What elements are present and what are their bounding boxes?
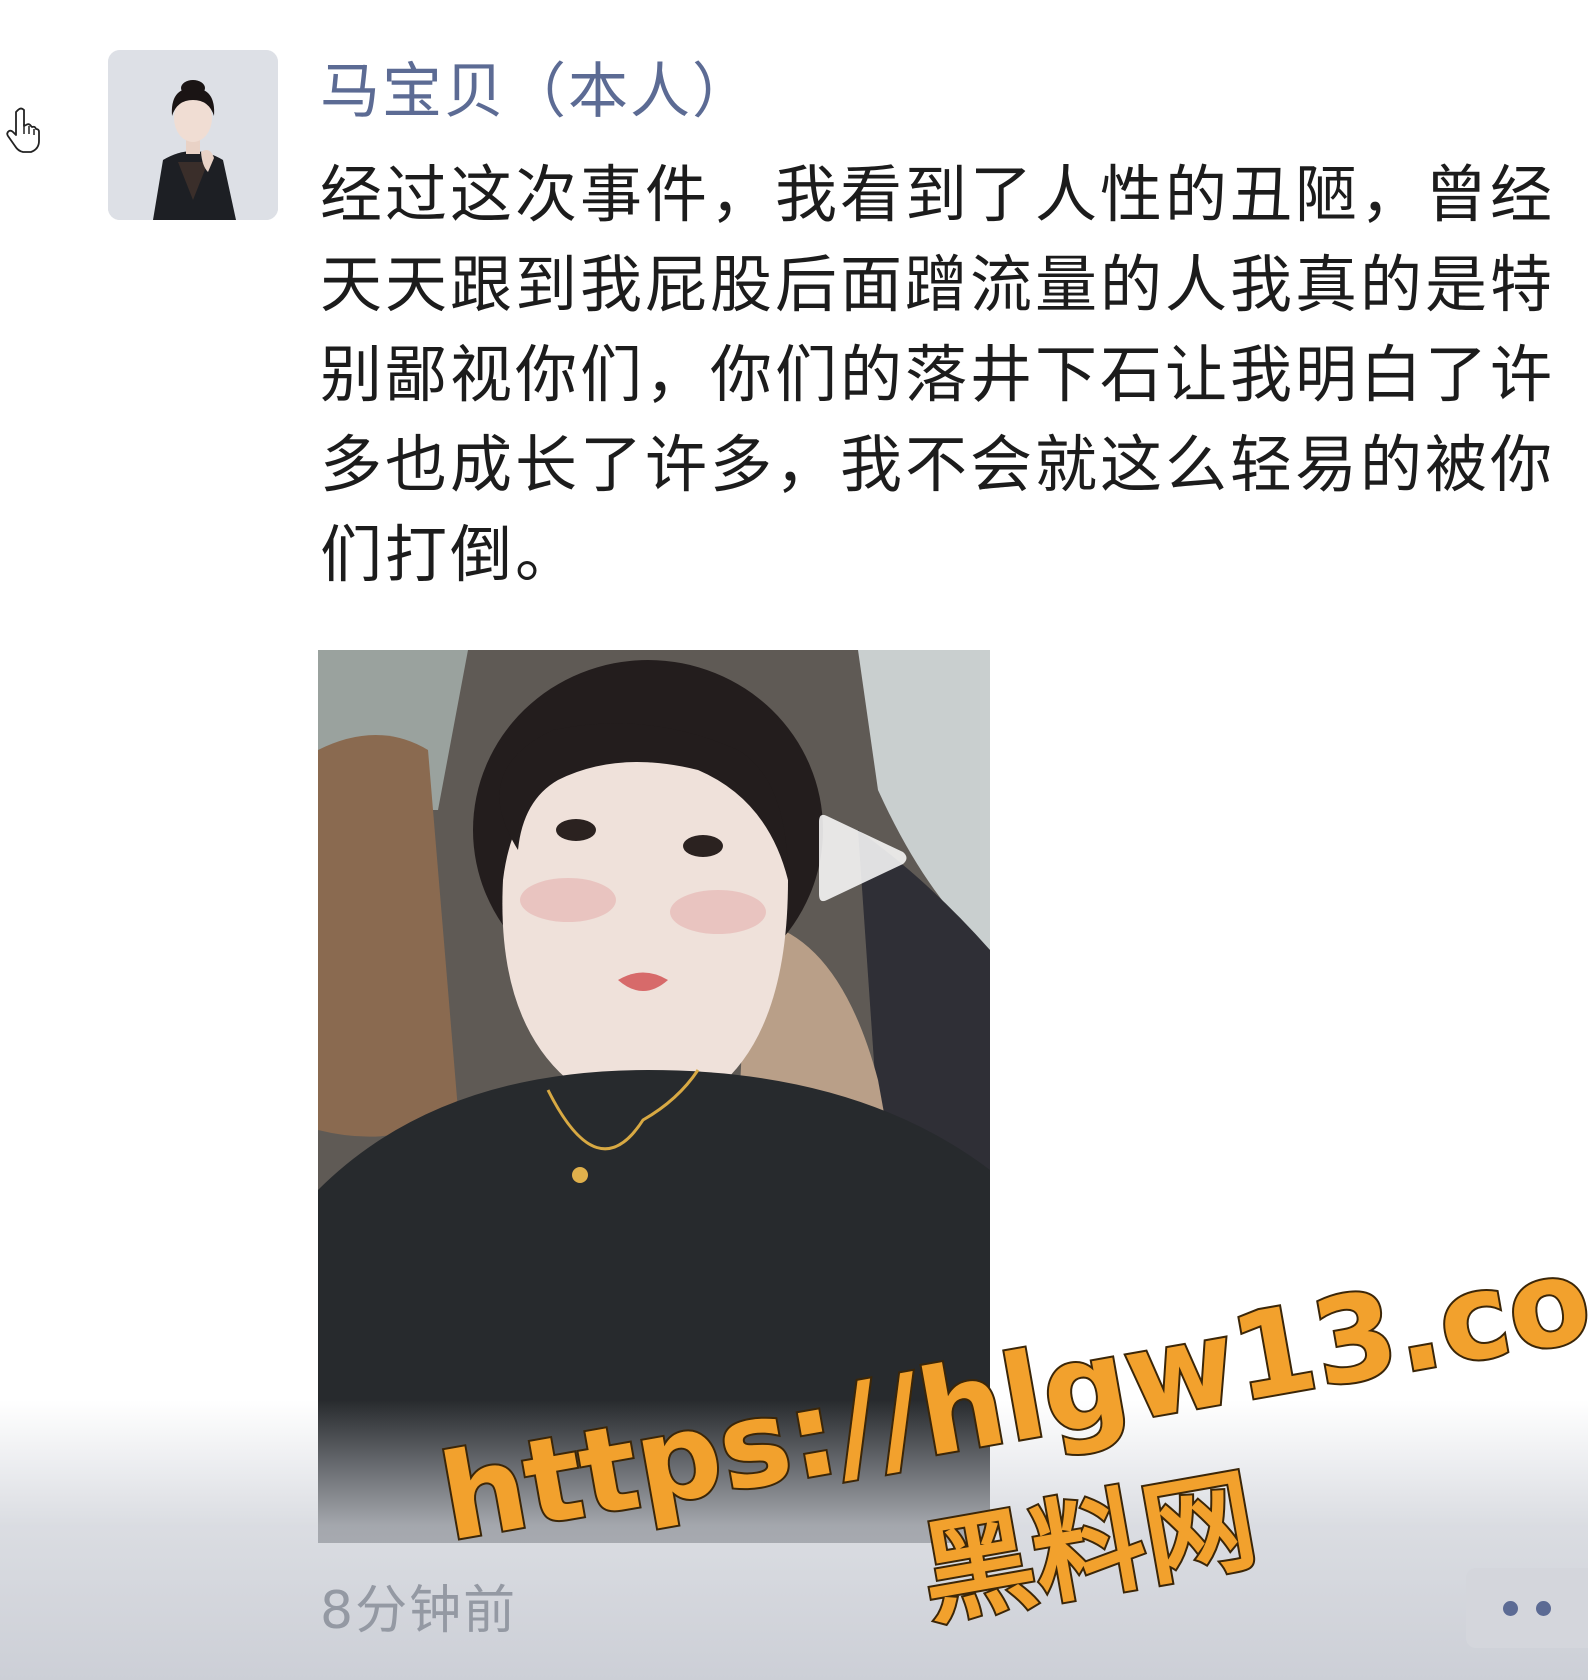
more-dots-icon-dot	[1536, 1600, 1551, 1616]
avatar-portrait-image	[108, 50, 278, 220]
author-name[interactable]: 马宝贝（本人）	[320, 52, 754, 132]
video-thumbnail[interactable]	[318, 650, 990, 1543]
post-text: 经过这次事件，我看到了人性的丑陋，曾经天天跟到我屁股后面蹭流量的人我真的是特别鄙…	[320, 158, 1556, 591]
more-dots-icon	[1503, 1600, 1518, 1616]
video-frame-image	[318, 650, 990, 1543]
hand-pointer-icon	[6, 107, 40, 153]
post-timestamp: 8分钟前	[320, 1581, 518, 1641]
play-icon[interactable]	[815, 808, 910, 908]
avatar[interactable]	[108, 50, 278, 220]
more-button[interactable]	[1466, 1568, 1588, 1648]
